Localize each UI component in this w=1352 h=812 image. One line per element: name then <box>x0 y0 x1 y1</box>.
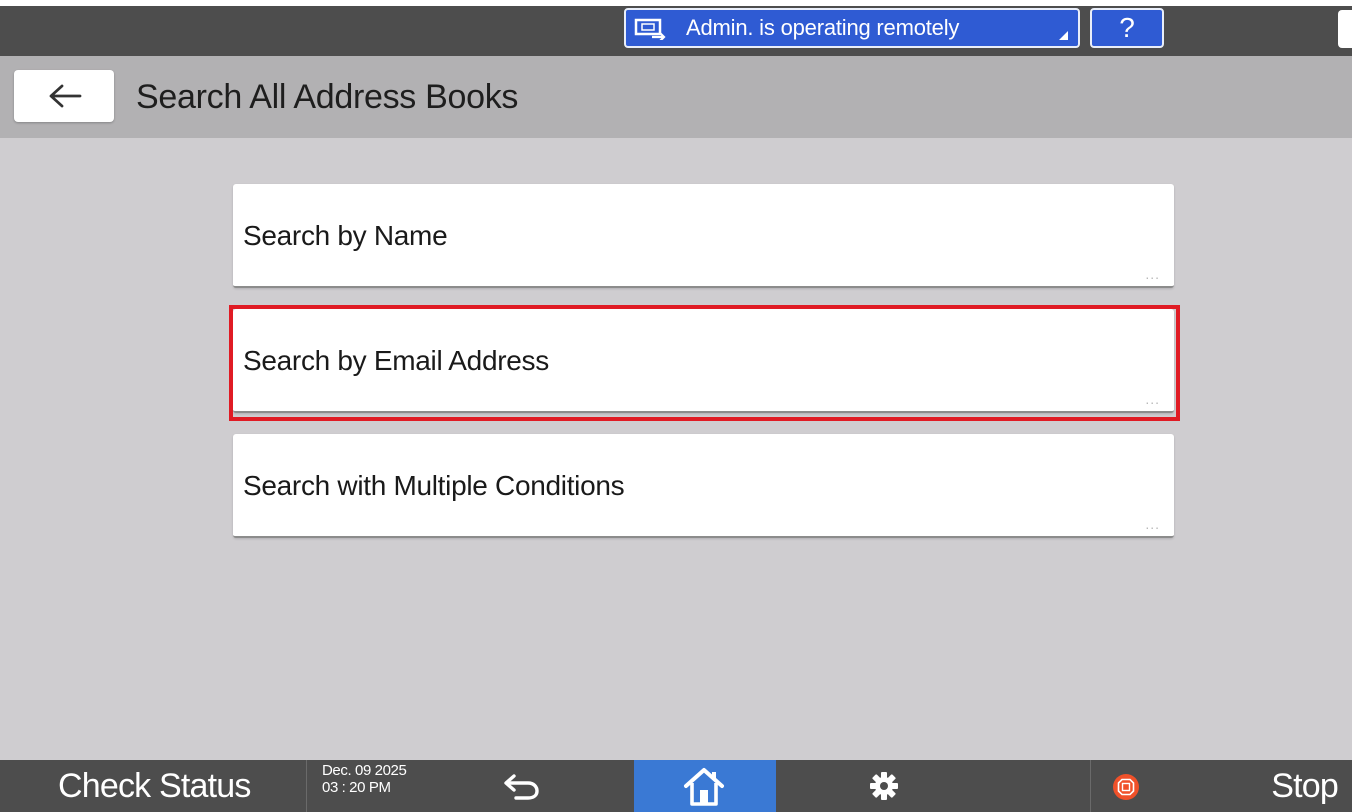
divider <box>306 760 307 812</box>
option-label: Search by Name <box>243 220 448 251</box>
stop-button[interactable]: Stop <box>1092 760 1352 812</box>
arrow-left-icon <box>49 84 82 108</box>
time-text: 03 : 20 PM <box>322 779 391 796</box>
settings-button[interactable] <box>846 760 926 812</box>
return-arrow-icon <box>504 774 539 800</box>
back-button[interactable] <box>14 70 114 122</box>
more-indicator: ... <box>1145 391 1160 407</box>
home-button[interactable] <box>634 760 776 812</box>
system-bottom-bar: Check Status Dec. 09 2025 03 : 20 PM Sto… <box>0 760 1352 812</box>
page-header: Search All Address Books <box>0 56 1352 138</box>
expand-corner-icon <box>1059 31 1068 40</box>
more-indicator: ... <box>1145 516 1160 532</box>
stop-label: Stop <box>1271 767 1339 805</box>
help-button[interactable]: ? <box>1090 8 1164 48</box>
option-label: Search by Email Address <box>243 345 549 376</box>
gear-icon <box>870 772 898 800</box>
option-label: Search with Multiple Conditions <box>243 470 625 501</box>
back-nav-button[interactable] <box>480 760 570 812</box>
home-icon <box>684 768 724 806</box>
system-top-bar: Admin. is operating remotely ? <box>0 6 1352 56</box>
stop-icon <box>1113 774 1139 800</box>
search-by-name-option[interactable]: Search by Name ... <box>233 184 1174 288</box>
date-time-display: Dec. 09 2025 03 : 20 PM <box>322 762 422 796</box>
divider <box>1090 760 1091 812</box>
more-indicator: ... <box>1145 266 1160 282</box>
remote-operation-banner[interactable]: Admin. is operating remotely <box>624 8 1080 48</box>
side-panel-tab[interactable] <box>1338 10 1352 48</box>
search-multiple-conditions-option[interactable]: Search with Multiple Conditions ... <box>233 434 1174 538</box>
search-by-email-option[interactable]: Search by Email Address ... <box>233 309 1174 413</box>
check-status-button[interactable]: Check Status <box>14 760 304 812</box>
remote-operation-icon <box>634 18 666 40</box>
date-text: Dec. 09 2025 <box>322 762 407 779</box>
page-title: Search All Address Books <box>136 78 519 116</box>
remote-status-text: Admin. is operating remotely <box>686 15 960 40</box>
